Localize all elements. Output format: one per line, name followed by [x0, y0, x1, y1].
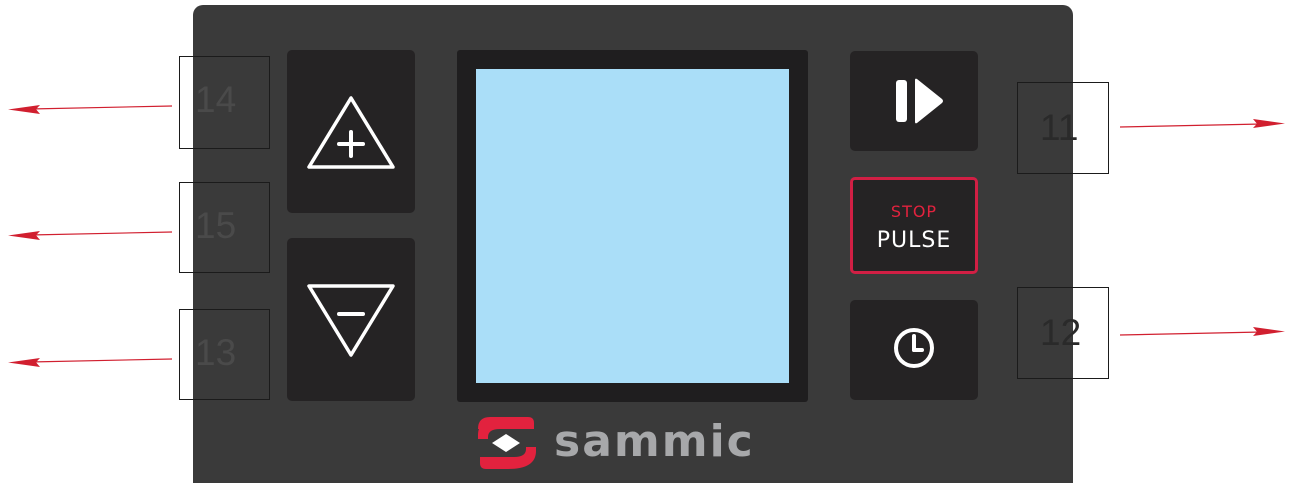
decrease-button[interactable] — [287, 238, 415, 401]
callout-number: 14 — [195, 79, 237, 120]
stop-label: STOP — [890, 202, 938, 221]
display-frame — [457, 50, 808, 402]
increase-button[interactable] — [287, 50, 415, 213]
plus-triangle-icon — [307, 96, 395, 169]
timer-button[interactable] — [850, 300, 978, 400]
clock-icon — [894, 328, 934, 368]
callout-box-start: 11 — [1017, 82, 1109, 174]
callout-box-pulse: 15 — [179, 182, 270, 273]
callout-number: 11 — [1040, 107, 1079, 148]
minus-triangle-icon — [307, 284, 395, 357]
callout-number: 12 — [1040, 312, 1082, 353]
play-icon — [896, 78, 943, 124]
callout-box-increase: 14 — [179, 56, 270, 149]
stop-pulse-button[interactable]: STOP PULSE — [850, 177, 978, 274]
lcd-display — [476, 69, 789, 383]
callout-box-decrease: 13 — [179, 309, 270, 400]
control-panel-diagram: STOP PULSE sammic 14 15 13 11 12 — [0, 0, 1293, 483]
brand-logo-group: sammic — [476, 415, 806, 471]
callout-box-timer: 12 — [1017, 287, 1109, 379]
start-button[interactable] — [850, 51, 978, 151]
sammic-logo-icon — [478, 417, 536, 469]
callout-number: 15 — [195, 205, 237, 246]
pulse-label: PULSE — [876, 228, 952, 253]
brand-name: sammic — [554, 416, 755, 467]
callout-number: 13 — [195, 332, 237, 373]
